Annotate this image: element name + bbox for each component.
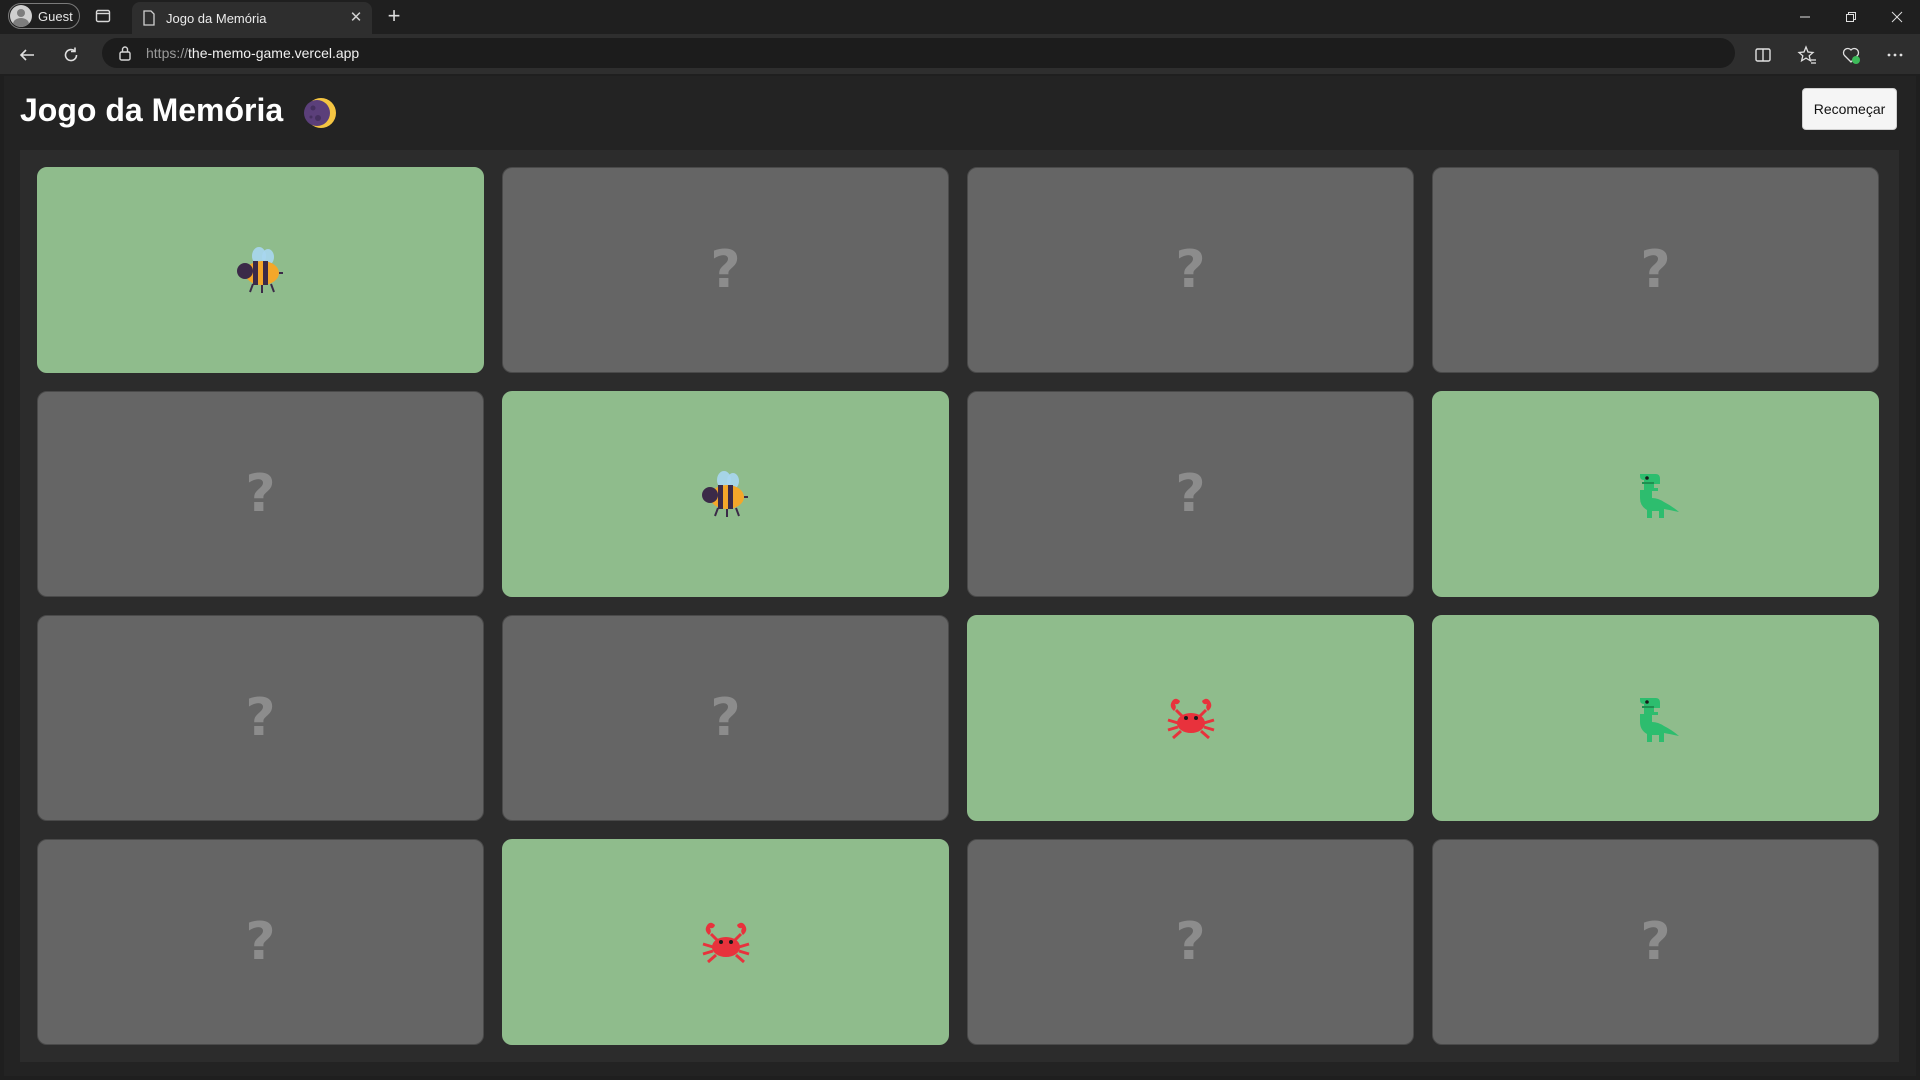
crab-icon — [702, 922, 749, 964]
page-content: Jogo da Memória Recomeçar ?????????? — [4, 76, 1916, 1076]
memory-card[interactable] — [37, 167, 484, 373]
question-mark-icon: ? — [710, 688, 741, 748]
moon-icon — [304, 98, 336, 128]
memory-board: ?????????? — [20, 150, 1899, 1062]
question-mark-icon: ? — [1640, 240, 1671, 300]
close-window-button[interactable] — [1874, 0, 1920, 34]
question-mark-icon: ? — [245, 464, 276, 524]
dinosaur-icon — [1639, 474, 1679, 518]
browser-toolbar: https:// the-memo-game.vercel.app — [0, 34, 1920, 74]
page-title: Jogo da Memória — [20, 92, 284, 128]
memory-card[interactable]: ? — [37, 391, 484, 597]
bee-icon — [701, 471, 748, 517]
lock-icon[interactable] — [118, 45, 132, 61]
profile-button[interactable]: Guest — [8, 3, 80, 29]
memory-card[interactable]: ? — [1432, 839, 1879, 1045]
favorites-star-icon — [1797, 45, 1816, 64]
address-field[interactable]: https:// the-memo-game.vercel.app — [102, 38, 1735, 68]
memory-card[interactable]: ? — [967, 167, 1414, 373]
question-mark-icon: ? — [1640, 912, 1671, 972]
memory-card[interactable] — [1432, 615, 1879, 821]
crab-icon — [1167, 698, 1214, 740]
memory-card[interactable]: ? — [1432, 167, 1879, 373]
close-tab-icon[interactable]: ✕ — [348, 10, 364, 26]
favorites-button[interactable] — [1796, 44, 1818, 66]
back-arrow-icon — [19, 49, 34, 61]
more-menu-button[interactable] — [1884, 44, 1906, 66]
refresh-button[interactable] — [60, 44, 82, 66]
minimize-button[interactable] — [1782, 0, 1828, 34]
dinosaur-icon — [1639, 698, 1679, 742]
memory-card[interactable]: ? — [37, 615, 484, 821]
question-mark-icon: ? — [245, 688, 276, 748]
question-mark-icon: ? — [1175, 240, 1206, 300]
split-screen-icon — [1755, 48, 1771, 62]
question-mark-icon: ? — [710, 240, 741, 300]
profile-avatar-icon — [10, 5, 32, 27]
close-icon — [1891, 11, 1903, 23]
url-protocol: https:// — [146, 45, 189, 61]
profile-label: Guest — [38, 8, 73, 24]
memory-card[interactable] — [967, 615, 1414, 821]
memory-card[interactable] — [502, 391, 949, 597]
restore-icon — [1846, 12, 1856, 22]
memory-card[interactable]: ? — [502, 615, 949, 821]
question-mark-icon: ? — [1175, 912, 1206, 972]
memory-card[interactable] — [502, 839, 949, 1045]
memory-card[interactable] — [1432, 391, 1879, 597]
question-mark-icon: ? — [245, 912, 276, 972]
split-screen-button[interactable] — [1752, 44, 1774, 66]
page-header: Jogo da Memória Recomeçar — [4, 76, 1916, 148]
browser-tab-bar: Guest Jogo da Memória ✕ + — [0, 0, 1920, 34]
memory-card[interactable]: ? — [502, 167, 949, 373]
memory-card[interactable]: ? — [967, 391, 1414, 597]
restart-button[interactable]: Recomeçar — [1802, 88, 1897, 130]
browser-tab-active[interactable]: Jogo da Memória ✕ — [132, 2, 372, 34]
tab-title: Jogo da Memória — [166, 10, 267, 26]
workspaces-icon[interactable] — [95, 8, 111, 24]
question-mark-icon: ? — [1175, 464, 1206, 524]
page-icon — [143, 10, 155, 26]
new-tab-button[interactable]: + — [384, 5, 404, 27]
back-button[interactable] — [16, 44, 38, 66]
minimize-icon — [1800, 16, 1810, 18]
bee-icon — [236, 247, 283, 293]
browser-essentials-button[interactable] — [1840, 44, 1862, 66]
memory-card[interactable]: ? — [37, 839, 484, 1045]
restore-button[interactable] — [1828, 0, 1874, 34]
more-dots-icon — [1887, 53, 1903, 57]
url-host: the-memo-game.vercel.app — [188, 45, 360, 61]
refresh-icon — [64, 47, 78, 62]
memory-card[interactable]: ? — [967, 839, 1414, 1045]
browser-essentials-icon — [1842, 47, 1860, 64]
